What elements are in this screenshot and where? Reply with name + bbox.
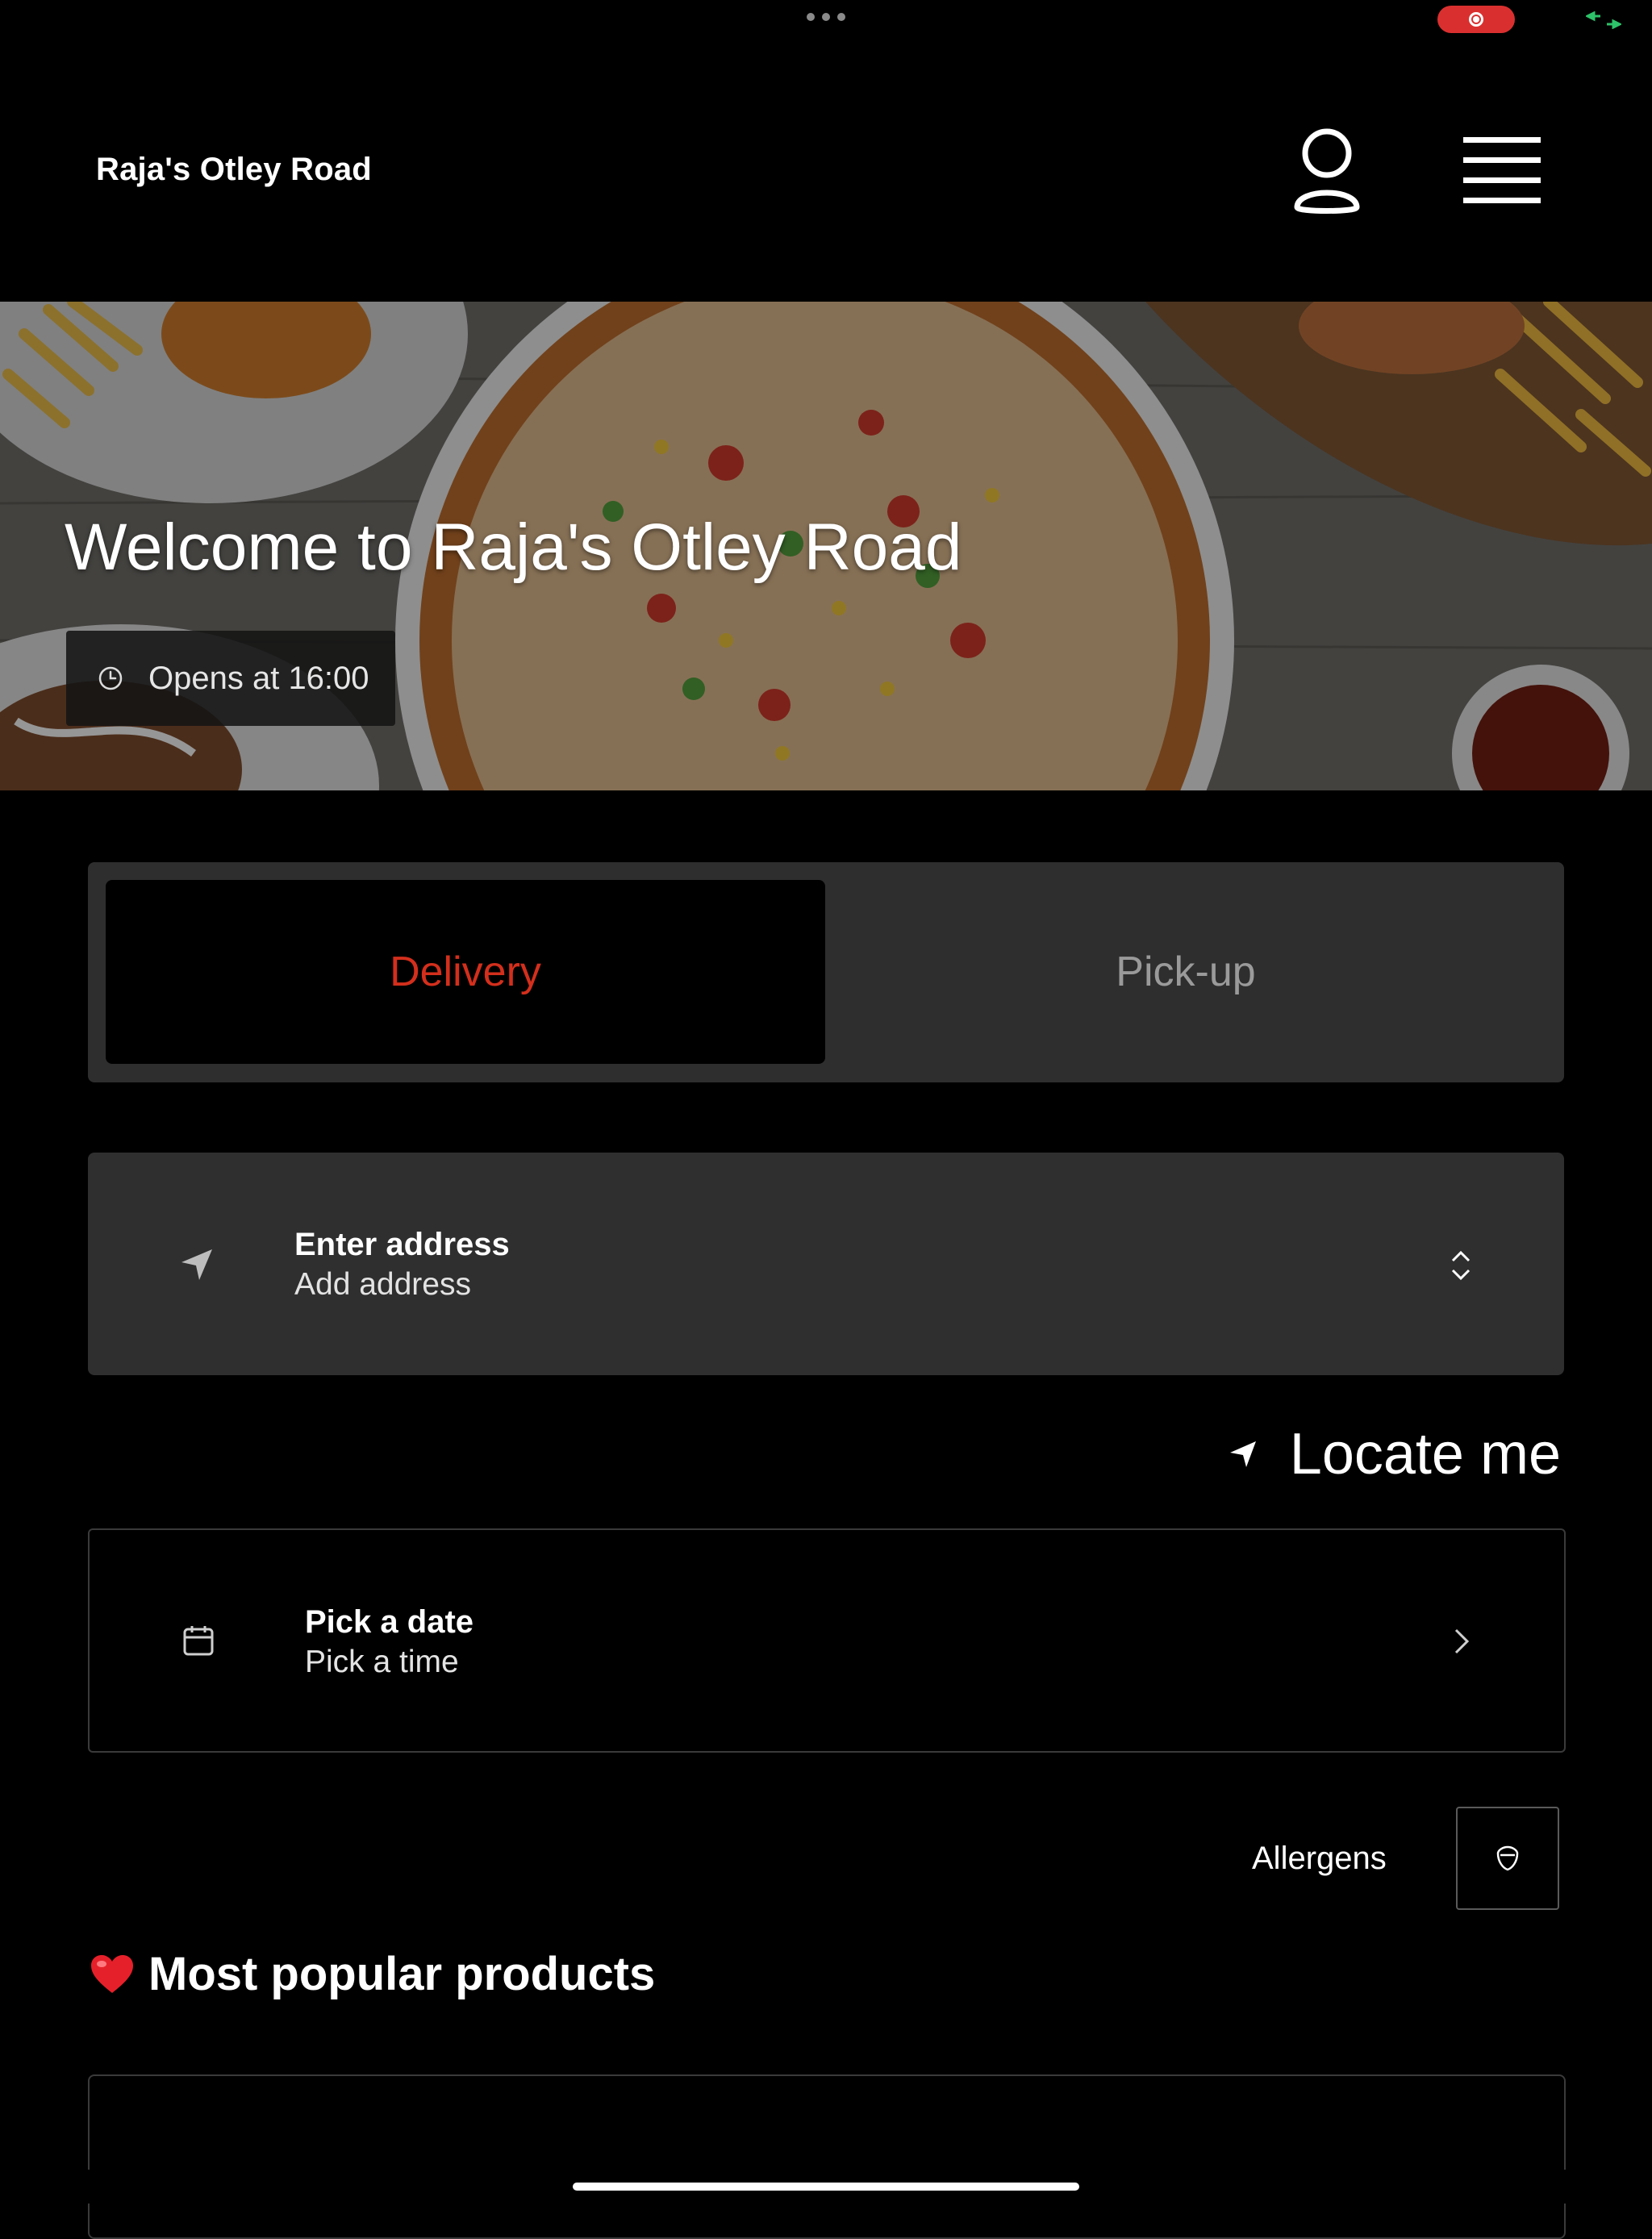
- brand-name[interactable]: Raja's Otley Road: [96, 152, 372, 188]
- schedule-subtitle: Pick a time: [305, 1645, 459, 1679]
- opening-hours-text: Opens at 16:00: [148, 660, 369, 696]
- tab-delivery[interactable]: Delivery: [106, 880, 825, 1064]
- section-title-text: Most popular products: [148, 1948, 656, 2000]
- screen-record-icon[interactable]: [1437, 6, 1515, 33]
- locate-me-label: Locate me: [1289, 1422, 1561, 1486]
- schedule-picker[interactable]: Pick a date Pick a time: [88, 1528, 1566, 1753]
- hamburger-menu-icon[interactable]: [1462, 136, 1542, 205]
- opening-hours-badge: Opens at 16:00: [66, 631, 395, 726]
- section-title-popular: Most popular products: [89, 1947, 655, 2001]
- dot: [837, 13, 845, 21]
- address-selector[interactable]: Enter address Add address: [88, 1153, 1564, 1375]
- order-mode-toggle: Delivery Pick-up: [88, 862, 1564, 1082]
- schedule-title: Pick a date: [305, 1604, 474, 1640]
- more-dots-icon[interactable]: [807, 13, 845, 21]
- record-ring: [1469, 12, 1483, 27]
- allergen-shield-icon: [1496, 1845, 1519, 1871]
- allergens-button[interactable]: [1456, 1807, 1559, 1910]
- calendar-icon: [183, 1626, 214, 1656]
- address-title: Enter address: [294, 1227, 510, 1262]
- clock-icon: [98, 666, 123, 690]
- chevron-up-down-icon: [1451, 1250, 1471, 1281]
- hero-banner: Welcome to Raja's Otley Road Opens at 16…: [0, 302, 1652, 790]
- locate-me-button[interactable]: Locate me: [1227, 1421, 1561, 1487]
- screen-mirror-icon: [1586, 11, 1621, 29]
- home-indicator[interactable]: [573, 2183, 1079, 2191]
- allergens-label: Allergens: [1252, 1841, 1387, 1876]
- product-card[interactable]: [88, 2074, 1566, 2239]
- chevron-right-icon: [1454, 1628, 1470, 1654]
- location-arrow-icon: [181, 1249, 212, 1280]
- tab-pickup[interactable]: Pick-up: [825, 880, 1546, 1064]
- location-arrow-icon: [1229, 1441, 1256, 1467]
- heart-icon: [91, 1954, 133, 1993]
- profile-icon[interactable]: [1291, 127, 1363, 215]
- hero-title: Welcome to Raja's Otley Road: [65, 511, 962, 584]
- dot: [822, 13, 830, 21]
- address-subtitle: Add address: [294, 1267, 471, 1302]
- dot: [807, 13, 815, 21]
